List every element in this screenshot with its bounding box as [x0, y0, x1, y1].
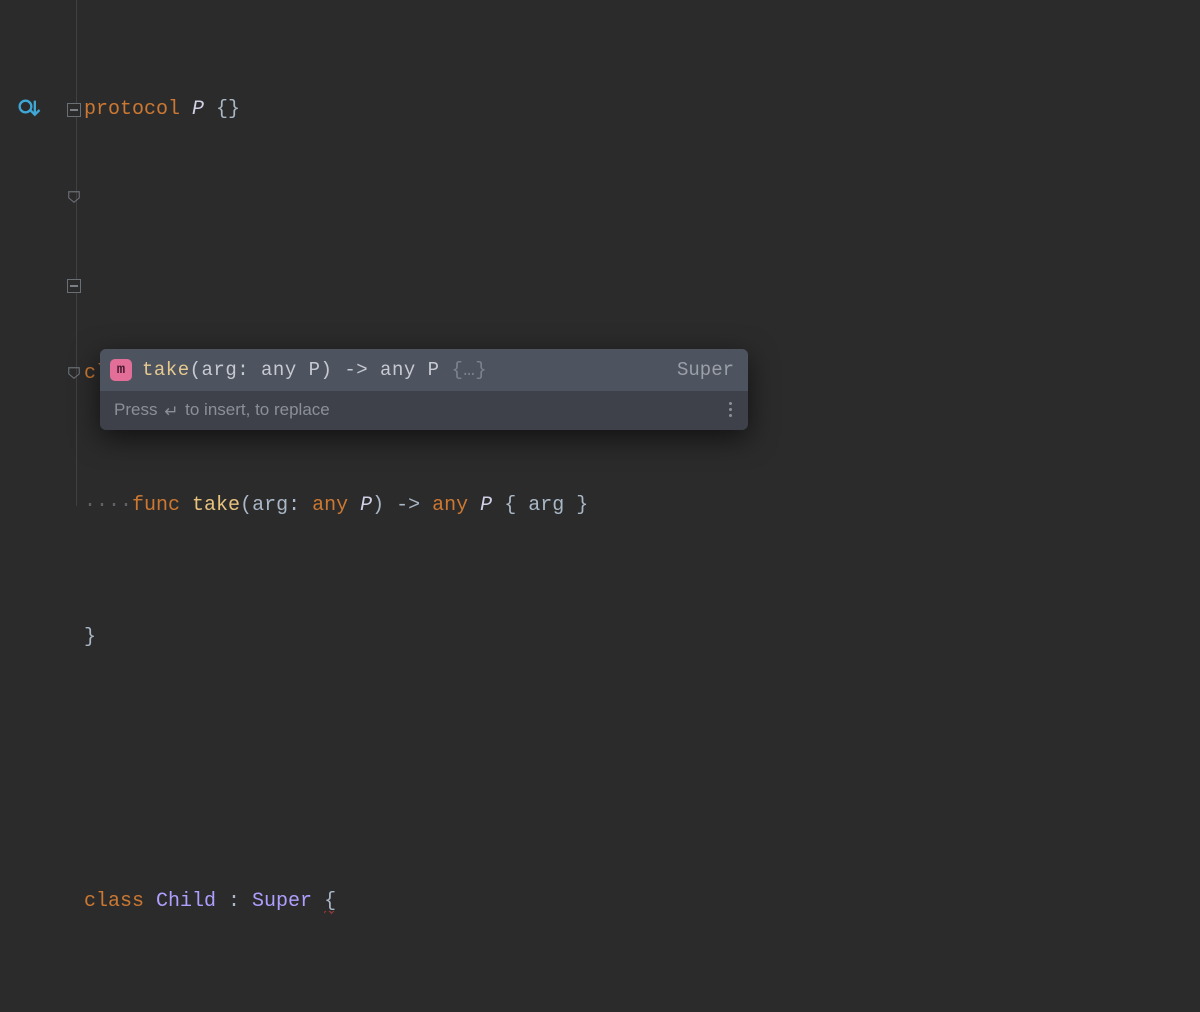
punctuation-error: {: [324, 890, 336, 915]
has-implementations-icon[interactable]: [11, 92, 47, 128]
completion-sig-rest: (arg: any P) -> any P: [190, 359, 452, 381]
punctuation: {}: [216, 98, 240, 121]
fold-toggle-close[interactable]: [67, 190, 81, 204]
code-line[interactable]: ····func take(arg: any P) -> any P { arg…: [84, 484, 1200, 528]
completion-fn-name: take: [142, 359, 190, 381]
completion-body-hint: {…}: [451, 359, 487, 381]
code-line[interactable]: protocol P {}: [84, 88, 1200, 132]
code-editor[interactable]: protocol P {} class Super { ····func tak…: [0, 0, 1200, 506]
enter-key-icon: ↵: [164, 403, 178, 420]
gutter-icons: [3, 0, 59, 506]
punctuation: :: [228, 890, 252, 913]
type-name: Child: [156, 890, 228, 913]
hint-prefix: Press: [114, 400, 162, 419]
hint-rest: to insert, to replace: [180, 400, 329, 419]
completion-popup[interactable]: m take(arg: any P) -> any P {…} Super Pr…: [100, 349, 748, 430]
fold-toggle-close[interactable]: [67, 366, 81, 380]
code-line-empty[interactable]: [84, 748, 1200, 792]
completion-hint-text: Press ↵ to insert, to replace: [114, 401, 330, 418]
code-area[interactable]: protocol P {} class Super { ····func tak…: [84, 0, 1200, 506]
more-options-icon[interactable]: [729, 402, 734, 417]
punctuation: }: [84, 626, 96, 649]
keyword: class: [84, 890, 156, 913]
fold-toggle-open[interactable]: [67, 103, 81, 117]
method-badge-icon: m: [110, 359, 132, 381]
code-line[interactable]: class Child : Super {: [84, 880, 1200, 924]
completion-signature: take(arg: any P) -> any P {…}: [142, 361, 651, 380]
keyword: protocol: [84, 98, 192, 121]
fold-toggle-open[interactable]: [67, 279, 81, 293]
type-name: P: [192, 98, 216, 121]
completion-item[interactable]: m take(arg: any P) -> any P {…} Super: [100, 349, 748, 391]
fold-guide-line: [76, 0, 77, 506]
code-line[interactable]: }: [84, 616, 1200, 660]
completion-origin: Super: [661, 361, 734, 380]
type-name: Super: [252, 890, 324, 913]
completion-hint-bar: Press ↵ to insert, to replace: [100, 391, 748, 430]
code-line-empty[interactable]: [84, 220, 1200, 264]
